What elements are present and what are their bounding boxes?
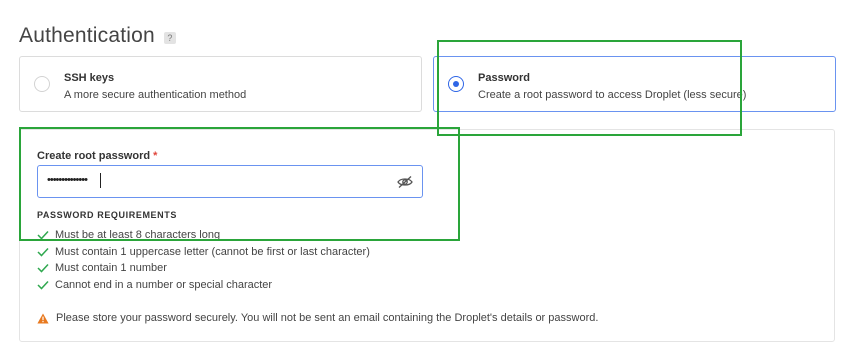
password-label-text: Create root password: [37, 150, 151, 162]
section-header: Authentication ?: [19, 24, 176, 48]
requirement-item: Must contain 1 number: [37, 260, 370, 277]
password-value: ••••••••••••••: [47, 174, 88, 186]
check-icon: [37, 264, 49, 273]
option-description: A more secure authentication method: [64, 89, 247, 101]
requirement-item: Must be at least 8 characters long: [37, 227, 370, 244]
requirement-text: Must be at least 8 characters long: [55, 229, 221, 242]
requirement-item: Cannot end in a number or special charac…: [37, 277, 370, 294]
required-marker: *: [153, 150, 158, 162]
password-radio[interactable]: [448, 76, 464, 92]
ssh-keys-radio[interactable]: [34, 76, 50, 92]
warning-text: Please store your password securely. You…: [56, 312, 599, 324]
requirements-heading: PASSWORD REQUIREMENTS: [37, 210, 177, 220]
requirement-text: Must contain 1 uppercase letter (cannot …: [55, 245, 370, 258]
option-ssh-keys[interactable]: SSH keys A more secure authentication me…: [19, 56, 422, 112]
password-field-label: Create root password *: [37, 150, 157, 162]
option-title: SSH keys: [64, 72, 115, 84]
help-icon[interactable]: ?: [163, 31, 176, 44]
requirement-text: Cannot end in a number or special charac…: [55, 278, 273, 291]
check-icon: [37, 231, 49, 240]
eye-slash-icon[interactable]: [397, 175, 413, 189]
option-description: Create a root password to access Droplet…: [478, 89, 747, 101]
password-panel: Create root password * •••••••••••••• PAS…: [19, 129, 835, 342]
requirement-item: Must contain 1 uppercase letter (cannot …: [37, 244, 370, 261]
warning-icon: [37, 313, 49, 323]
check-icon: [37, 247, 49, 257]
section-title: Authentication: [19, 24, 155, 47]
check-icon: [37, 280, 49, 290]
text-caret: [100, 173, 101, 188]
root-password-input[interactable]: ••••••••••••••: [37, 165, 423, 198]
requirements-list: Must be at least 8 characters long Must …: [37, 227, 370, 293]
security-warning: Please store your password securely. You…: [37, 312, 598, 324]
option-password[interactable]: Password Create a root password to acces…: [433, 56, 836, 112]
option-title: Password: [478, 72, 530, 84]
requirement-text: Must contain 1 number: [55, 262, 167, 275]
